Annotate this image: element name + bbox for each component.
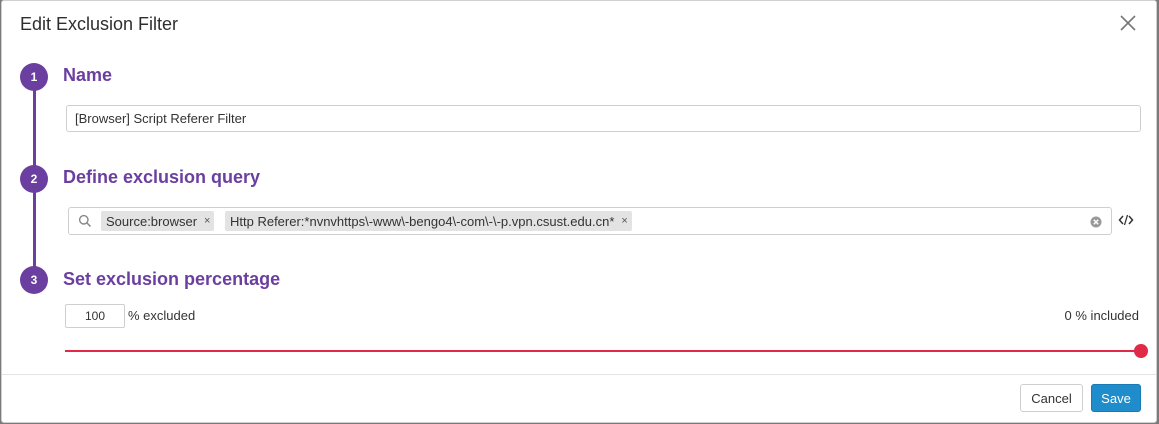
excluded-label: % excluded bbox=[128, 308, 196, 323]
code-icon[interactable] bbox=[1118, 212, 1134, 228]
search-icon bbox=[78, 214, 92, 228]
step-2-title: Define exclusion query bbox=[63, 167, 261, 187]
edit-exclusion-filter-dialog: Edit Exclusion Filter 1 Name 2 Define ex… bbox=[1, 0, 1157, 423]
exclusion-slider-track[interactable] bbox=[65, 350, 1141, 352]
save-button[interactable]: Save bbox=[1091, 384, 1141, 412]
remove-pill-icon[interactable]: × bbox=[204, 215, 210, 227]
query-pill[interactable]: Http Referer:*nvnvhttps\-www\-bengo4\-co… bbox=[225, 211, 632, 231]
step-3-badge: 3 bbox=[20, 266, 48, 294]
query-pill-label: Http Referer:*nvnvhttps\-www\-bengo4\-co… bbox=[230, 213, 615, 229]
exclusion-query-input[interactable]: Source:browser × Http Referer:*nvnvhttps… bbox=[68, 207, 1112, 235]
cancel-button[interactable]: Cancel bbox=[1020, 384, 1083, 412]
dialog-title: Edit Exclusion Filter bbox=[20, 14, 179, 34]
footer-divider bbox=[2, 374, 1156, 375]
close-icon[interactable] bbox=[1118, 13, 1138, 33]
step-1-title: Name bbox=[63, 65, 113, 85]
clear-circle-icon[interactable] bbox=[1090, 215, 1102, 228]
exclusion-slider-handle[interactable] bbox=[1134, 344, 1148, 358]
included-label: 0 % included bbox=[1064, 308, 1139, 323]
query-pill[interactable]: Source:browser × bbox=[101, 211, 215, 231]
step-2-badge: 2 bbox=[20, 165, 48, 193]
step-3-title: Set exclusion percentage bbox=[63, 269, 281, 289]
filter-name-input[interactable] bbox=[66, 105, 1141, 132]
remove-pill-icon[interactable]: × bbox=[621, 215, 627, 227]
step-1-badge: 1 bbox=[20, 63, 48, 91]
query-pill-label: Source:browser bbox=[106, 213, 198, 229]
exclusion-percentage-input[interactable] bbox=[65, 304, 125, 328]
